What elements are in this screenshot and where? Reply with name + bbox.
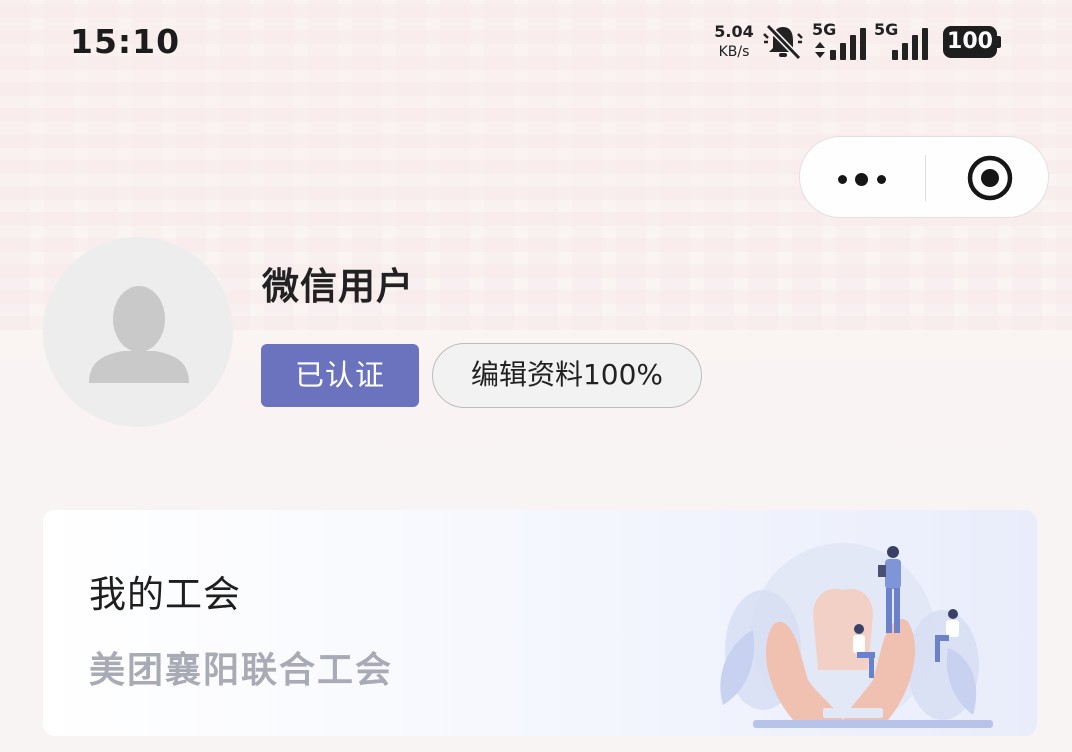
union-card-title: 我的工会 (89, 573, 241, 616)
miniprogram-capsule (799, 136, 1049, 218)
verified-badge: 已认证 (261, 344, 419, 407)
battery-level: 100 (943, 26, 997, 58)
status-time: 15:10 (70, 22, 181, 61)
signal-5g-icon: 5G (812, 20, 872, 62)
avatar[interactable] (43, 237, 233, 427)
my-union-card[interactable]: 我的工会 美团襄阳联合工会 (43, 510, 1037, 736)
status-bar: 15:10 5.04 KB/s 5G 5G 100 (0, 0, 1072, 90)
network-speed-unit: KB/s (718, 44, 750, 60)
union-hands-illustration (720, 543, 993, 728)
more-button[interactable] (820, 147, 905, 207)
network-speed-value: 5.04 (714, 22, 754, 41)
bell-muted-icon (762, 22, 804, 62)
close-miniprogram-button[interactable] (945, 147, 1030, 207)
capsule-divider (925, 155, 926, 201)
default-avatar-icon (89, 286, 189, 383)
signal-5g-icon-secondary: 5G (874, 20, 934, 62)
battery-icon: 100 (943, 26, 1001, 58)
username: 微信用户 (262, 265, 414, 308)
edit-profile-button[interactable]: 编辑资料100% (432, 343, 702, 408)
target-close-icon (967, 155, 1013, 201)
network-speed: 5.04 KB/s (712, 22, 756, 62)
union-card-subtitle: 美团襄阳联合工会 (89, 650, 394, 691)
